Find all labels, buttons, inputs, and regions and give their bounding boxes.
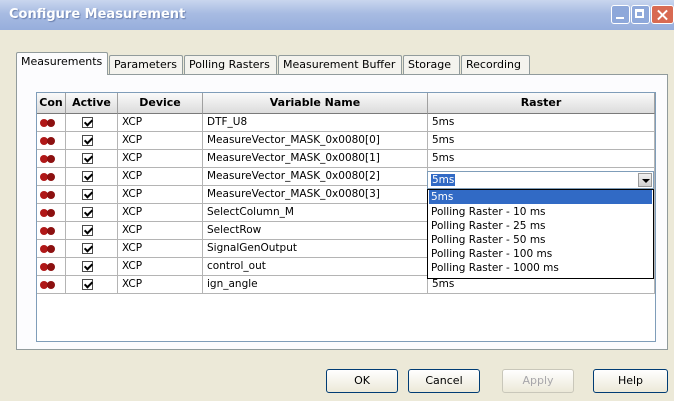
connection-cell — [37, 168, 66, 186]
connection-cell — [37, 204, 66, 222]
device-cell[interactable]: XCP — [118, 114, 203, 132]
raster-cell[interactable]: 5ms — [428, 150, 655, 168]
device-cell[interactable]: XCP — [118, 258, 203, 276]
dropdown-option[interactable]: Polling Raster - 100 ms — [429, 247, 652, 261]
cancel-button[interactable]: Cancel — [408, 369, 480, 393]
connection-cell — [37, 150, 66, 168]
device-cell[interactable]: XCP — [118, 132, 203, 150]
active-cell — [66, 186, 118, 204]
variable-name-cell[interactable]: DTF_U8 — [203, 114, 428, 132]
connection-cell — [37, 222, 66, 240]
connection-icon — [40, 155, 57, 163]
active-cell — [66, 132, 118, 150]
raster-dropdown-list[interactable]: 5ms Polling Raster - 10 ms Polling Raste… — [427, 189, 654, 279]
connection-icon — [40, 209, 57, 217]
connection-icon — [40, 245, 57, 253]
window-title: Configure Measurement — [9, 7, 186, 22]
raster-cell[interactable]: 5ms — [428, 132, 655, 150]
connection-cell — [37, 132, 66, 150]
variable-name-cell[interactable]: SelectRow — [203, 222, 428, 240]
active-checkbox[interactable] — [82, 135, 93, 146]
connection-cell — [37, 186, 66, 204]
close-button[interactable] — [651, 5, 674, 24]
active-checkbox[interactable] — [82, 171, 93, 182]
active-checkbox[interactable] — [82, 153, 93, 164]
variable-name-cell[interactable]: SignalGenOutput — [203, 240, 428, 258]
active-cell — [66, 114, 118, 132]
active-cell — [66, 240, 118, 258]
device-cell[interactable]: XCP — [118, 276, 203, 294]
active-cell — [66, 276, 118, 294]
device-cell[interactable]: XCP — [118, 150, 203, 168]
tab-measurement-buffer[interactable]: Measurement Buffer — [278, 55, 402, 74]
active-checkbox[interactable] — [82, 189, 93, 200]
help-button[interactable]: Help — [593, 369, 668, 393]
device-cell[interactable]: XCP — [118, 204, 203, 222]
connection-icon — [40, 119, 57, 127]
apply-button[interactable]: Apply — [502, 369, 574, 393]
variable-name-cell[interactable]: MeasureVector_MASK_0x0080[3] — [203, 186, 428, 204]
variable-name-cell[interactable]: MeasureVector_MASK_0x0080[1] — [203, 150, 428, 168]
connection-icon — [40, 191, 57, 199]
raster-cell[interactable]: 5ms — [428, 114, 655, 132]
connection-icon — [40, 263, 57, 271]
connection-icon — [40, 137, 57, 145]
active-checkbox[interactable] — [82, 243, 93, 254]
active-cell — [66, 150, 118, 168]
active-cell — [66, 258, 118, 276]
table-row[interactable]: XCP MeasureVector_MASK_0x0080[1] 5ms — [37, 150, 655, 168]
dropdown-option[interactable]: Polling Raster - 10 ms — [429, 205, 652, 219]
maximize-button[interactable] — [631, 5, 650, 24]
tab-storage[interactable]: Storage — [403, 55, 460, 74]
connection-cell — [37, 258, 66, 276]
connection-cell — [37, 240, 66, 258]
connection-icon — [40, 281, 57, 289]
column-header-device[interactable]: Device — [118, 93, 203, 114]
dropdown-arrow-icon[interactable] — [638, 173, 652, 187]
active-cell — [66, 204, 118, 222]
dropdown-option[interactable]: 5ms — [429, 190, 652, 204]
active-checkbox[interactable] — [82, 279, 93, 290]
device-cell[interactable]: XCP — [118, 240, 203, 258]
active-cell — [66, 168, 118, 186]
dropdown-option[interactable]: Polling Raster - 50 ms — [429, 233, 652, 247]
tab-polling-rasters[interactable]: Polling Rasters — [184, 55, 277, 74]
connection-icon — [40, 173, 57, 181]
connection-cell — [37, 114, 66, 132]
dropdown-option[interactable]: Polling Raster - 1000 ms — [429, 261, 652, 275]
variable-name-cell[interactable]: SelectColumn_M — [203, 204, 428, 222]
device-cell[interactable]: XCP — [118, 222, 203, 240]
variable-name-cell[interactable]: ign_angle — [203, 276, 428, 294]
variable-name-cell[interactable]: MeasureVector_MASK_0x0080[2] — [203, 168, 428, 186]
device-cell[interactable]: XCP — [118, 168, 203, 186]
column-header-active[interactable]: Active — [66, 93, 118, 114]
active-checkbox[interactable] — [82, 117, 93, 128]
minimize-button[interactable] — [611, 5, 630, 24]
column-header-con[interactable]: Con — [37, 93, 66, 114]
tab-measurements[interactable]: Measurements — [16, 52, 108, 75]
column-header-variable-name[interactable]: Variable Name — [203, 93, 428, 114]
raster-combo[interactable]: 5ms — [427, 171, 654, 189]
column-header-raster[interactable]: Raster — [428, 93, 655, 114]
tab-parameters[interactable]: Parameters — [109, 55, 183, 74]
active-checkbox[interactable] — [82, 225, 93, 236]
ok-button[interactable]: OK — [326, 369, 398, 393]
active-checkbox[interactable] — [82, 261, 93, 272]
device-cell[interactable]: XCP — [118, 186, 203, 204]
table-row[interactable]: XCP MeasureVector_MASK_0x0080[0] 5ms — [37, 132, 655, 150]
raster-combo-value: 5ms — [431, 174, 456, 186]
title-bar[interactable]: Configure Measurement — [0, 0, 674, 30]
active-checkbox[interactable] — [82, 207, 93, 218]
variable-name-cell[interactable]: MeasureVector_MASK_0x0080[0] — [203, 132, 428, 150]
connection-icon — [40, 227, 57, 235]
active-cell — [66, 222, 118, 240]
dropdown-option[interactable]: Polling Raster - 25 ms — [429, 219, 652, 233]
table-row[interactable]: XCP DTF_U8 5ms — [37, 114, 655, 132]
tab-recording[interactable]: Recording — [461, 55, 530, 74]
variable-name-cell[interactable]: control_out — [203, 258, 428, 276]
connection-cell — [37, 276, 66, 294]
